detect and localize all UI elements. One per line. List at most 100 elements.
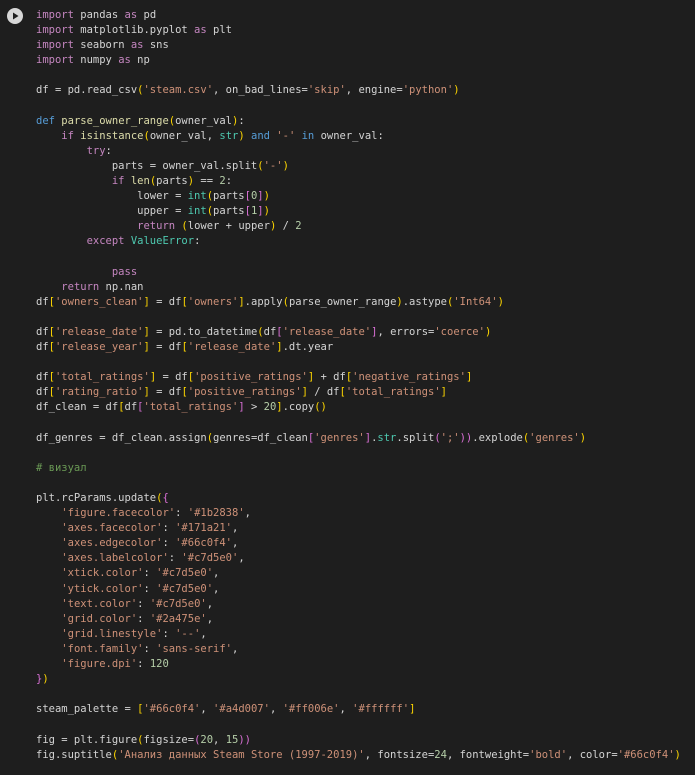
code-token: 'font.family'	[61, 642, 144, 655]
code-token: df	[36, 325, 49, 338]
code-token: 'steam.csv'	[143, 84, 214, 97]
code-token: '#c7d5e0'	[149, 597, 207, 610]
code-token: 'owners'	[187, 295, 239, 308]
code-token: '-'	[276, 129, 296, 142]
code-token: sns	[143, 39, 169, 52]
run-cell-button[interactable]	[7, 8, 23, 24]
code-token: ,	[339, 703, 353, 716]
code-token: 'figure.facecolor'	[61, 507, 176, 520]
code-token: parse_owner_range	[288, 295, 397, 308]
code-line: df['owners_clean'] = df['owners'].apply(…	[36, 295, 681, 310]
code-token: ,	[206, 612, 214, 625]
code-token: :	[105, 144, 112, 157]
code-token: ))	[459, 431, 473, 444]
code-token: return	[137, 220, 176, 233]
code-token: '#ffffff'	[352, 703, 410, 716]
code-token: 'coerce'	[434, 325, 485, 338]
code-token: ,	[213, 582, 220, 595]
code-line: 'figure.facecolor': '#1b2838',	[36, 506, 681, 521]
code-token: ,	[238, 552, 245, 565]
code-token: , on_bad_lines=	[213, 84, 308, 97]
code-token: 'genres'	[314, 431, 365, 444]
code-token: 'rating_ratio'	[54, 386, 144, 399]
code-token: lower =	[36, 190, 188, 203]
code-token: ]	[409, 703, 416, 716]
code-line: import matplotlib.pyplot as plt	[36, 23, 681, 38]
code-token: 'python'	[402, 84, 454, 97]
code-token: import	[36, 9, 74, 21]
code-cell: import pandas as pd import matplotlib.pyp…	[0, 0, 695, 775]
code-token: :	[137, 597, 150, 610]
code-token: )	[579, 431, 587, 444]
code-token: {	[162, 492, 169, 504]
code-token: )	[42, 673, 49, 686]
code-token: 'total_ratings'	[54, 371, 150, 384]
code-token: 'Анализ данных Steam Store (1997-2019)'	[118, 748, 365, 761]
code-token: str	[219, 129, 239, 142]
code-token: df = pd.read_csv	[36, 84, 138, 97]
code-token: = df	[149, 341, 182, 354]
code-token: df	[36, 386, 49, 399]
code-token: '#1b2838'	[187, 507, 245, 520]
code-token: 'total_ratings'	[345, 386, 441, 399]
code-token: 'negative_ratings'	[352, 371, 466, 384]
code-token: str	[377, 431, 397, 444]
code-token: ,	[232, 522, 239, 535]
code-token: :	[162, 537, 176, 550]
code-token: if	[61, 129, 74, 142]
code-line: except ValueError:	[36, 234, 681, 249]
code-token: + df	[314, 371, 346, 384]
code-token: .copy	[282, 401, 315, 414]
code-token: numpy	[73, 54, 119, 67]
code-token: )	[674, 748, 681, 761]
code-token: as	[124, 9, 138, 21]
code-token: '#c7d5e0'	[181, 552, 239, 565]
code-line: plt.rcParams.update({	[36, 491, 681, 506]
code-token: df	[263, 325, 277, 338]
code-token: 'figure.dpi'	[61, 658, 138, 671]
code-token: owner_val	[175, 114, 232, 127]
code-token: def	[36, 114, 55, 127]
code-line: upper = int(parts[1])	[36, 204, 681, 219]
code-token: figsize=	[143, 733, 195, 746]
code-token: .dt.year	[282, 341, 334, 354]
code-token: pd	[137, 9, 157, 21]
code-token: /	[276, 220, 296, 233]
code-token: .astype	[402, 295, 447, 308]
code-token: )	[282, 159, 289, 172]
code-token: :	[225, 175, 233, 188]
code-token: as	[130, 39, 144, 52]
code-token: plt.rcParams.update	[36, 492, 157, 504]
code-line: 'grid.linestyle': '--',	[36, 627, 681, 642]
code-token: = df	[149, 386, 182, 399]
code-token: :	[194, 235, 201, 248]
code-editor[interactable]: import pandas as pd import matplotlib.pyp…	[36, 8, 681, 763]
code-token: and	[251, 129, 270, 142]
code-token: )	[453, 84, 460, 97]
code-line: df = pd.read_csv('steam.csv', on_bad_lin…	[36, 83, 681, 98]
code-token: 'skip'	[307, 84, 346, 97]
code-token: import	[36, 24, 74, 37]
code-line: df_clean = df[df['total_ratings'] > 20].…	[36, 400, 681, 415]
code-token: ))	[238, 733, 252, 746]
code-token: 120	[149, 658, 169, 671]
code-line: def parse_owner_range(owner_val):	[36, 114, 681, 129]
code-token: 'bold'	[529, 748, 568, 761]
code-token: 'release_year'	[54, 341, 144, 354]
code-token: ]	[440, 386, 447, 399]
code-token: int	[187, 190, 207, 203]
code-line: })	[36, 672, 681, 687]
